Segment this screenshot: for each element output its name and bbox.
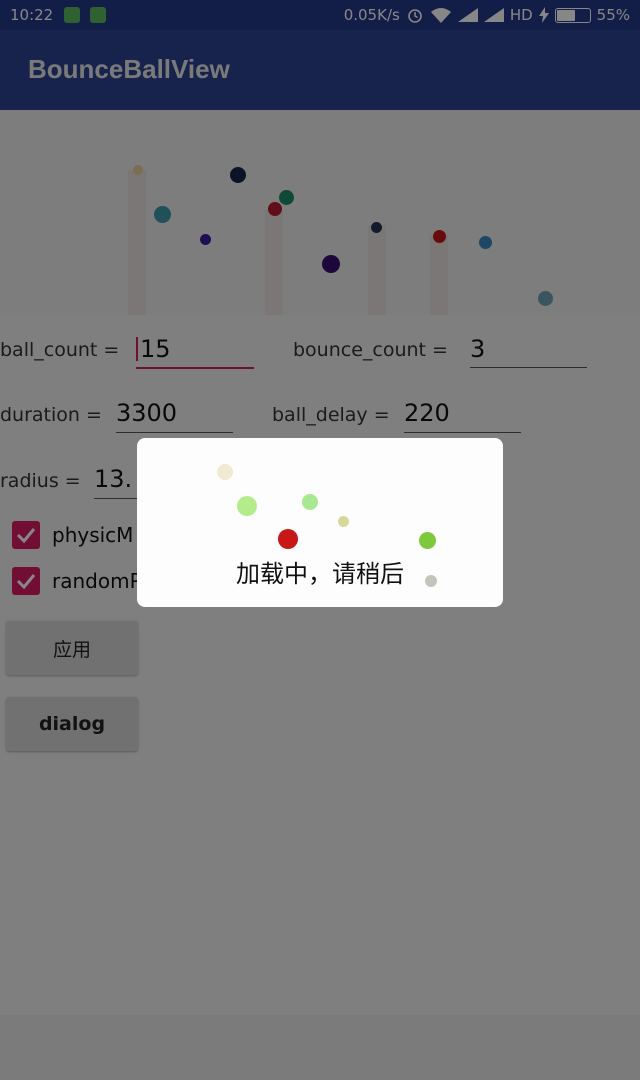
- ball: [419, 532, 436, 549]
- ball: [302, 494, 318, 510]
- loading-message: 加载中，请稍后: [236, 560, 404, 588]
- ball: [338, 516, 349, 527]
- ball: [217, 464, 233, 480]
- ball: [278, 529, 298, 549]
- ball: [237, 496, 257, 516]
- loading-dialog: 加载中，请稍后: [137, 438, 503, 607]
